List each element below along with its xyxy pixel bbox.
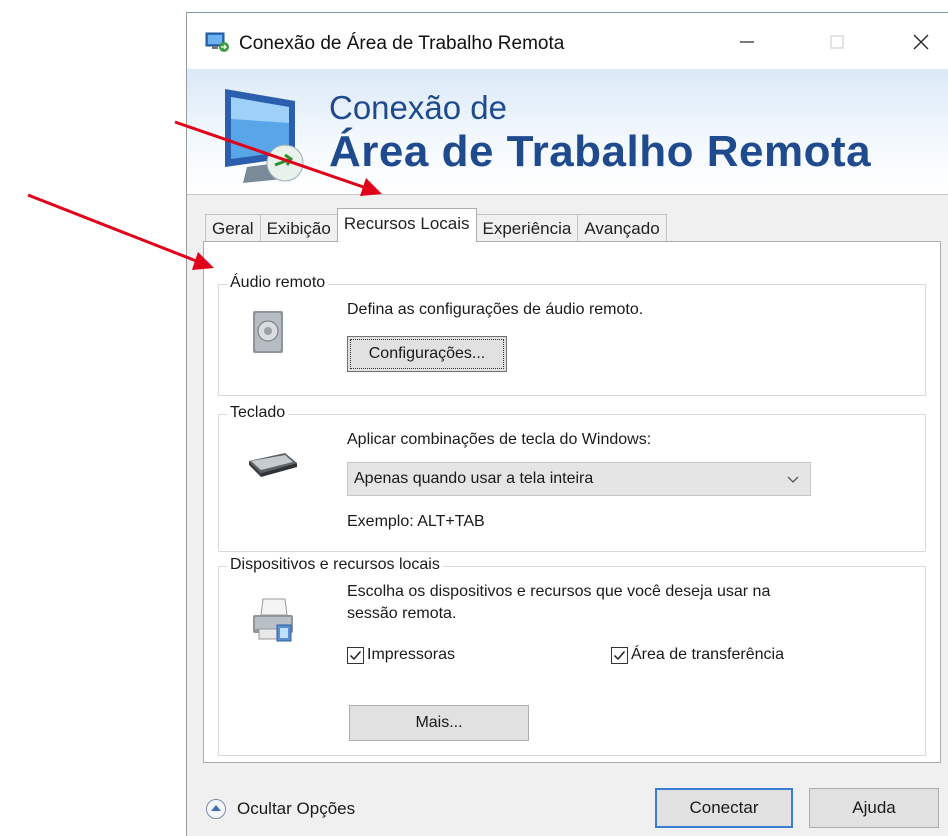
chevron-down-icon xyxy=(787,476,799,483)
hide-options-link[interactable]: Ocultar Opções xyxy=(237,799,355,819)
windows-keys-select[interactable]: Apenas quando usar a tela inteira xyxy=(347,462,811,496)
devices-description-line1: Escolha os dispositivos e recursos que v… xyxy=(347,583,771,600)
checkmark-icon xyxy=(349,651,362,661)
window-title: Conexão de Área de Trabalho Remota xyxy=(239,33,565,54)
banner-title-line1: Conexão de xyxy=(329,89,507,126)
keyboard-icon xyxy=(249,453,297,477)
devices-description-line2: sessão remota. xyxy=(347,605,457,622)
printers-label[interactable]: Impressoras xyxy=(367,646,455,664)
minimize-icon xyxy=(740,41,754,43)
tab-geral[interactable]: Geral xyxy=(205,214,261,242)
maximize-icon xyxy=(830,35,844,49)
keyboard-example: Exemplo: ALT+TAB xyxy=(347,513,485,530)
tab-bar: Geral Exibição Recursos Locais Experiênc… xyxy=(205,208,667,242)
more-button[interactable]: Mais... xyxy=(349,705,529,741)
audio-settings-button[interactable]: Configurações... xyxy=(347,336,507,372)
tab-recursos-locais[interactable]: Recursos Locais xyxy=(336,208,477,242)
tab-experiencia[interactable]: Experiência xyxy=(475,214,579,242)
audio-group-label: Áudio remoto xyxy=(227,274,329,292)
keyboard-description: Aplicar combinações de tecla do Windows: xyxy=(347,431,652,448)
printer-icon xyxy=(253,598,293,642)
maximize-button[interactable] xyxy=(815,23,859,61)
clipboard-checkbox[interactable] xyxy=(611,647,628,664)
printers-checkbox[interactable] xyxy=(347,647,364,664)
collapse-up-icon[interactable] xyxy=(205,798,227,820)
tab-exibicao[interactable]: Exibição xyxy=(259,214,338,242)
audio-group: Áudio remoto Defina as configurações de … xyxy=(218,274,926,396)
minimize-button[interactable] xyxy=(725,23,769,61)
tab-avancado[interactable]: Avançado xyxy=(577,214,667,242)
remote-desktop-app-icon xyxy=(205,32,229,52)
keyboard-group-label: Teclado xyxy=(227,404,289,422)
banner: Conexão de Área de Trabalho Remota xyxy=(187,69,948,195)
keyboard-group: Teclado Aplicar combinações de tecla do … xyxy=(218,404,926,552)
connect-button[interactable]: Conectar xyxy=(655,788,793,828)
checkmark-icon xyxy=(613,651,626,661)
clipboard-label[interactable]: Área de transferência xyxy=(631,646,784,664)
windows-keys-selected-value: Apenas quando usar a tela inteira xyxy=(354,470,594,487)
devices-group: Dispositivos e recursos locais Escolha o… xyxy=(218,556,926,756)
banner-title-line2: Área de Trabalho Remota xyxy=(329,127,872,176)
audio-description: Defina as configurações de áudio remoto. xyxy=(347,301,644,318)
speaker-icon xyxy=(253,311,283,353)
close-icon xyxy=(913,34,929,50)
tab-panel-recursos-locais: Áudio remoto Defina as configurações de … xyxy=(203,241,941,763)
help-button[interactable]: Ajuda xyxy=(809,788,939,828)
devices-group-label: Dispositivos e recursos locais xyxy=(227,556,443,574)
close-button[interactable] xyxy=(899,23,943,61)
title-bar: Conexão de Área de Trabalho Remota xyxy=(187,13,948,69)
rdp-window: Conexão de Área de Trabalho Remota Conex… xyxy=(186,12,948,836)
remote-desktop-logo-icon xyxy=(225,89,304,183)
